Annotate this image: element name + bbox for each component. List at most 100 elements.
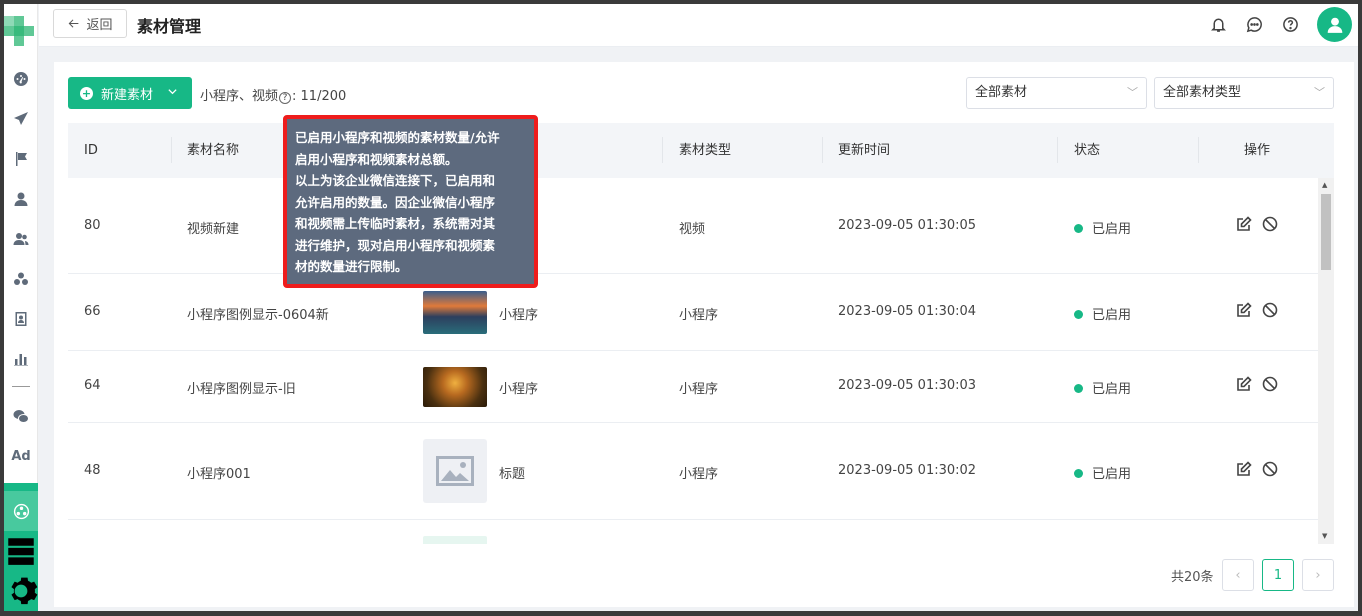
image-placeholder-icon xyxy=(423,439,487,503)
sidebar-divider xyxy=(12,386,30,387)
material-icon[interactable] xyxy=(4,491,38,531)
tooltip-line: 进行维护，现对启用小程序和视频素 xyxy=(295,237,496,253)
row-name: 小程序图例显示-旧 xyxy=(187,382,296,397)
edit-icon[interactable] xyxy=(1236,216,1252,232)
row-type: 小程序 xyxy=(679,467,719,482)
preview-label: 标题 xyxy=(499,467,526,482)
users-icon[interactable] xyxy=(4,226,38,252)
bar-chart-icon[interactable] xyxy=(4,346,38,372)
send-icon[interactable] xyxy=(4,106,38,132)
row-name: 视频新建 xyxy=(187,222,240,237)
status-dot xyxy=(1074,224,1083,233)
row-status: 已启用 xyxy=(1074,218,1131,237)
disable-icon[interactable] xyxy=(1262,302,1278,318)
preview-label: 小程序 xyxy=(499,382,539,397)
row-id: 80 xyxy=(84,218,101,233)
table-header: ID 素材名称 素材类型 更新时间 状态 操作 xyxy=(68,123,1334,178)
row-type: 视频 xyxy=(679,222,706,237)
prev-page-button[interactable]: ‹ xyxy=(1222,559,1254,591)
logo xyxy=(4,10,38,48)
page-title: 素材管理 xyxy=(137,17,202,36)
scrollbar-thumb[interactable] xyxy=(1321,194,1331,270)
plus-icon: + xyxy=(80,86,93,100)
next-page-button[interactable]: › xyxy=(1302,559,1334,591)
bell-icon[interactable] xyxy=(1208,14,1228,34)
row-type: 小程序 xyxy=(679,382,719,397)
column-header-status[interactable]: 状态 xyxy=(1074,123,1100,178)
quota-value: : 11/200 xyxy=(292,89,347,104)
chevron-down-icon: ﹀ xyxy=(1314,86,1325,99)
disable-icon[interactable] xyxy=(1262,461,1278,477)
ad-menu-item[interactable]: Ad xyxy=(4,443,38,469)
arrow-left-icon xyxy=(69,19,79,28)
tooltip-line: 已启用小程序和视频的素材数量/允许 xyxy=(295,130,500,145)
user-icon[interactable] xyxy=(4,186,38,212)
message-icon[interactable] xyxy=(1244,14,1264,34)
cluster-icon[interactable] xyxy=(4,266,38,292)
filter-all-value: 全部素材 xyxy=(975,85,1028,100)
table-row: 64 小程序图例显示-旧 小程序 小程序 2023-09-05 01:30:03… xyxy=(68,351,1318,423)
new-material-button[interactable]: + 新建素材 xyxy=(68,77,192,109)
preview-thumbnail xyxy=(423,367,487,407)
quota-prefix: 小程序、视频 xyxy=(200,89,279,104)
tooltip-line: 启用小程序和视频素材总额。 xyxy=(295,151,458,167)
edit-icon[interactable] xyxy=(1236,376,1252,392)
column-header-name[interactable]: 素材名称 xyxy=(187,123,239,178)
edit-icon[interactable] xyxy=(1236,302,1252,318)
edit-icon[interactable] xyxy=(1236,461,1252,477)
scroll-up-icon[interactable]: ▲ xyxy=(1322,181,1327,189)
tooltip-line: 材的数量进行限制。 xyxy=(295,259,408,274)
tooltip-line: 和视频需上传临时素材，系统需对其 xyxy=(295,216,496,231)
table-body: 80 视频新建 视频 2023-09-05 01:30:05 已启用 66 小程… xyxy=(68,178,1318,544)
filter-type-select[interactable]: 全部素材类型 ﹀ xyxy=(1154,77,1334,109)
column-header-updated[interactable]: 更新时间 xyxy=(838,123,890,178)
column-header-id[interactable]: ID xyxy=(84,123,98,178)
status-dot xyxy=(1074,310,1083,319)
preview-thumbnail xyxy=(423,291,487,334)
storage-icon[interactable] xyxy=(4,536,38,566)
disable-icon[interactable] xyxy=(1262,216,1278,232)
pagination-total: 共20条 xyxy=(1171,570,1214,585)
table-row: 48 小程序001 标题 小程序 2023-09-05 01:30:02 已启用 xyxy=(68,423,1318,520)
column-header-type[interactable]: 素材类型 xyxy=(679,123,731,178)
contact-icon[interactable] xyxy=(4,306,38,332)
new-material-label: 新建素材 xyxy=(101,87,154,103)
scroll-down-icon[interactable]: ▼ xyxy=(1322,532,1327,540)
row-id: 66 xyxy=(84,304,101,319)
back-button[interactable]: 返回 xyxy=(53,9,127,38)
flag-icon[interactable] xyxy=(4,146,38,172)
app-window: Ad 返回 素材管理 + 新建素材 小程序、视频 ?: 11/200 全部素材… xyxy=(4,4,1358,611)
row-id: 48 xyxy=(84,463,101,478)
help-icon[interactable] xyxy=(1280,14,1300,34)
avatar[interactable] xyxy=(1317,7,1352,42)
table-scrollbar[interactable]: ▲ ▼ xyxy=(1318,178,1334,544)
row-updated: 2023-09-05 01:30:02 xyxy=(838,463,977,478)
chevron-down-icon: ﹀ xyxy=(1127,86,1138,99)
status-dot xyxy=(1074,469,1083,478)
row-status: 已启用 xyxy=(1074,378,1131,397)
question-icon[interactable]: ? xyxy=(279,92,292,104)
row-updated: 2023-09-05 01:30:04 xyxy=(838,304,977,319)
row-name: 小程序001 xyxy=(187,467,251,482)
row-updated: 2023-09-05 01:30:03 xyxy=(838,378,977,393)
row-actions xyxy=(1236,302,1278,318)
status-label: 已启用 xyxy=(1092,222,1132,237)
page-1-button[interactable]: 1 xyxy=(1262,559,1294,591)
settings-icon[interactable] xyxy=(4,576,38,606)
dashboard-icon[interactable] xyxy=(4,66,38,92)
wechat-icon[interactable] xyxy=(4,403,38,429)
tooltip-line: 以上为该企业微信连接下，已启用和 xyxy=(295,173,496,188)
filter-type-value: 全部素材类型 xyxy=(1163,85,1242,100)
row-actions xyxy=(1236,461,1278,477)
status-dot xyxy=(1074,384,1083,393)
quota-info: 小程序、视频?: 11/200 xyxy=(200,85,346,104)
disable-icon[interactable] xyxy=(1262,376,1278,392)
row-updated: 2023-09-05 01:30:05 xyxy=(838,218,977,233)
preview-thumbnail xyxy=(423,536,487,544)
filter-all-select[interactable]: 全部素材 ﹀ xyxy=(966,77,1147,109)
column-header-actions: 操作 xyxy=(1244,143,1271,158)
status-label: 已启用 xyxy=(1092,308,1132,323)
tooltip-line: 允许启用的数量。因企业微信小程序 xyxy=(295,194,496,210)
row-status: 已启用 xyxy=(1074,463,1131,482)
table-row xyxy=(68,520,1318,544)
